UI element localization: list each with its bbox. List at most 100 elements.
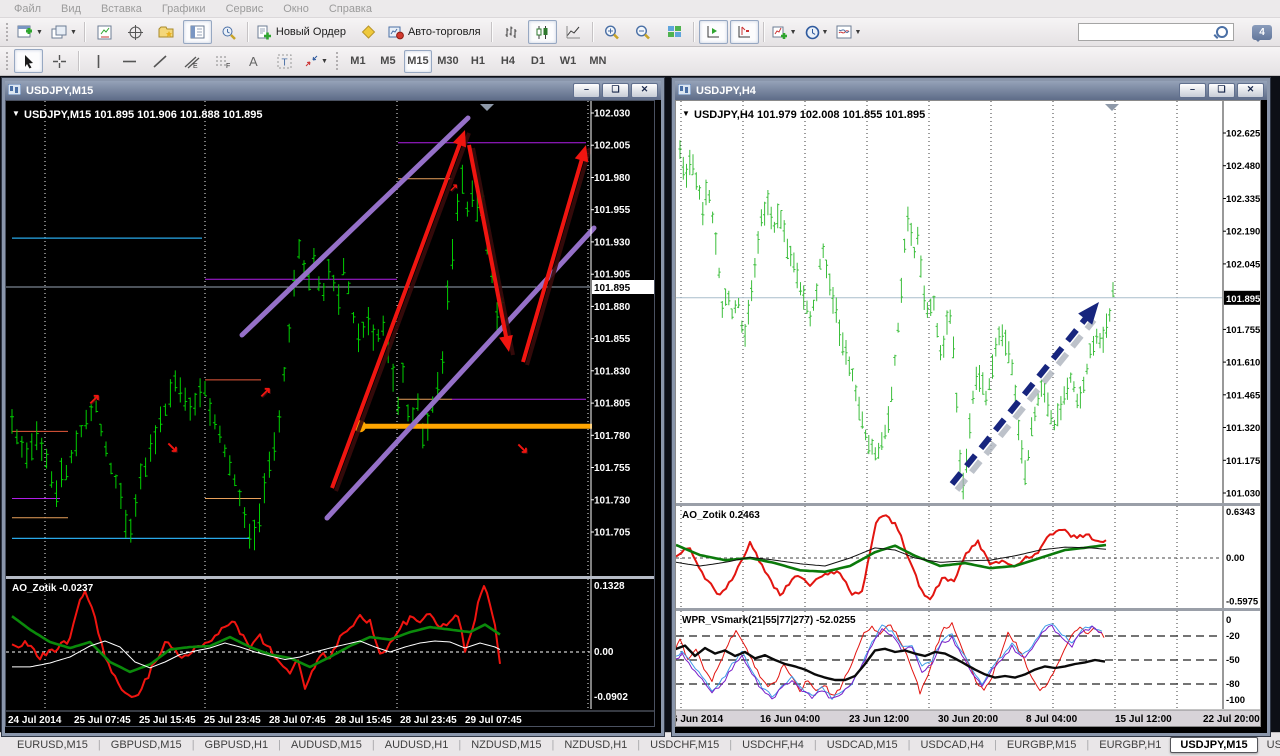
search-input[interactable] bbox=[1078, 23, 1234, 41]
trendline-tool[interactable] bbox=[146, 49, 175, 73]
window-titlebar[interactable]: USDJPY,M15 – ❑ ✕ bbox=[5, 81, 661, 100]
text-tool[interactable]: A bbox=[239, 49, 268, 73]
svg-text:0.00: 0.00 bbox=[594, 647, 614, 658]
menu-item-1[interactable]: Вид bbox=[51, 2, 91, 16]
hline-icon bbox=[122, 57, 137, 66]
candles-icon bbox=[535, 25, 550, 40]
chart-tab-usdchf-h4[interactable]: USDCHF,H4 bbox=[733, 737, 813, 753]
symbol-menu-arrow[interactable]: ▼ bbox=[12, 109, 20, 118]
window-titlebar[interactable]: USDJPY,H4 – ❑ ✕ bbox=[675, 81, 1267, 100]
chart-tab-eurgbp-m15[interactable]: EURGBP,M15 bbox=[998, 737, 1086, 753]
autotrading-button[interactable]: Авто-торговля bbox=[385, 20, 487, 44]
timeframe-M15[interactable]: M15 bbox=[403, 49, 432, 73]
pane-separator[interactable] bbox=[0, 576, 654, 579]
fibo-tool[interactable]: F bbox=[208, 49, 237, 73]
minimize-button[interactable]: – bbox=[573, 83, 600, 98]
terminal-button[interactable] bbox=[182, 20, 212, 44]
timeframe-M5[interactable]: M5 bbox=[374, 50, 402, 73]
periods-button[interactable]: ▼ bbox=[802, 20, 832, 44]
autoscroll-icon bbox=[706, 25, 721, 39]
autoscroll-button[interactable] bbox=[698, 20, 728, 44]
vline-tool[interactable] bbox=[84, 49, 113, 73]
chart-canvas-usdjpy-h4[interactable]: 102.625 102.480 102.335 102.190 102.045 101.7… bbox=[670, 100, 1280, 727]
menu-item-4[interactable]: Сервис bbox=[216, 2, 274, 16]
svg-text:101.895: 101.895 bbox=[594, 283, 631, 294]
menu-item-6[interactable]: Справка bbox=[319, 2, 382, 16]
menu-item-3[interactable]: Графики bbox=[152, 2, 216, 16]
data-window-button[interactable] bbox=[121, 20, 150, 44]
cursor-tool[interactable] bbox=[14, 49, 43, 73]
maximize-button[interactable]: ❑ bbox=[1208, 83, 1235, 98]
close-button[interactable]: ✕ bbox=[1237, 83, 1264, 98]
chart-tab-usdcad-h4[interactable]: USDCAD,H4 bbox=[911, 737, 993, 753]
market-watch-button[interactable] bbox=[90, 20, 119, 44]
indicators-button[interactable]: ▼ bbox=[769, 20, 800, 44]
svg-text:24 Jul 2014: 24 Jul 2014 bbox=[8, 715, 62, 726]
chart-tab-gbpusd-h1[interactable]: GBPUSD,H1 bbox=[196, 737, 278, 753]
bar-chart-button[interactable] bbox=[497, 20, 526, 44]
timeframe-H1[interactable]: H1 bbox=[464, 50, 492, 73]
label-tool[interactable]: T bbox=[270, 49, 299, 73]
profiles-button[interactable]: ▼ bbox=[48, 20, 80, 44]
maximize-button[interactable]: ❑ bbox=[602, 83, 629, 98]
window-title: USDJPY,M15 bbox=[26, 84, 94, 97]
chart-tab-audusd-h1[interactable]: AUDUSD,H1 bbox=[376, 737, 458, 753]
strategy-tester-button[interactable] bbox=[214, 20, 243, 44]
line-chart-button[interactable] bbox=[559, 20, 588, 44]
navigator-button[interactable] bbox=[152, 20, 181, 44]
svg-text:101.830: 101.830 bbox=[594, 366, 631, 377]
menu-item-0[interactable]: Файл bbox=[4, 2, 51, 16]
timeframe-D1[interactable]: D1 bbox=[524, 50, 552, 73]
chart-tab-audusd-m15[interactable]: AUDUSD,M15 bbox=[282, 737, 371, 753]
timeframe-M30[interactable]: M30 bbox=[434, 50, 462, 73]
chart-tab-eurusd-m15[interactable]: EURUSD,M15 bbox=[8, 737, 97, 753]
new-order-button[interactable]: Новый Ордер bbox=[253, 20, 352, 44]
pane-separator[interactable] bbox=[670, 608, 1280, 611]
hline-tool[interactable] bbox=[115, 49, 144, 73]
toolbar-grip[interactable] bbox=[5, 51, 10, 71]
toolbar-grip[interactable] bbox=[334, 51, 340, 71]
arrows-icon bbox=[304, 54, 319, 68]
channel-tool[interactable]: E bbox=[177, 49, 206, 73]
menu-item-5[interactable]: Окно bbox=[273, 2, 319, 16]
svg-text:101.755: 101.755 bbox=[594, 463, 631, 474]
svg-text:101.755: 101.755 bbox=[1226, 325, 1261, 336]
candles-button[interactable] bbox=[527, 20, 557, 44]
search-icon[interactable] bbox=[1216, 26, 1228, 38]
new-chart-button[interactable]: ▼ bbox=[14, 20, 46, 44]
chart-tab-nzdusd-m15[interactable]: NZDUSD,M15 bbox=[462, 737, 550, 753]
svg-text:30 Jun 20:00: 30 Jun 20:00 bbox=[938, 714, 998, 725]
cursor-icon bbox=[22, 54, 35, 69]
vline-icon bbox=[94, 54, 103, 69]
zoom-in-button[interactable] bbox=[598, 20, 627, 44]
tile-windows-button[interactable] bbox=[660, 20, 689, 44]
chart-tab-usdjpy-m15[interactable]: USDJPY,M15 bbox=[1170, 736, 1258, 753]
zoom-out-button[interactable] bbox=[629, 20, 658, 44]
minimize-button[interactable]: – bbox=[1179, 83, 1206, 98]
pane-separator[interactable] bbox=[670, 503, 1280, 506]
timeframe-M1[interactable]: M1 bbox=[344, 50, 372, 73]
timeframe-H4[interactable]: H4 bbox=[494, 50, 522, 73]
chart-tab-eurgbp-h1[interactable]: EURGBP,H1 bbox=[1090, 737, 1170, 753]
chart-canvas-usdjpy-m15[interactable]: ↗↗↘↘↗↗↗↗↘↘102.030102.005101.980101.95510… bbox=[0, 100, 655, 727]
svg-text:↘: ↘ bbox=[516, 440, 529, 457]
chart-tab-gbpusd-m15[interactable]: GBPUSD,M15 bbox=[102, 737, 191, 753]
templates-icon bbox=[836, 25, 852, 39]
symbol-menu-arrow[interactable]: ▼ bbox=[682, 109, 690, 118]
notifications-badge[interactable]: 4 bbox=[1252, 24, 1272, 42]
menu-item-2[interactable]: Вставка bbox=[91, 2, 152, 16]
chart-tab-nzdusd-h1[interactable]: NZDUSD,H1 bbox=[555, 737, 636, 753]
chart-tab-usdjpy-h4[interactable]: USDJPY,H4 bbox=[1258, 737, 1280, 753]
timeframe-W1[interactable]: W1 bbox=[554, 50, 582, 73]
crosshair-tool[interactable] bbox=[45, 49, 74, 73]
svg-text:102.030: 102.030 bbox=[594, 109, 631, 120]
close-button[interactable]: ✕ bbox=[631, 83, 658, 98]
chart-tab-usdcad-m15[interactable]: USDCAD,M15 bbox=[818, 737, 907, 753]
templates-button[interactable]: ▼ bbox=[833, 20, 864, 44]
toolbar-grip[interactable] bbox=[5, 22, 10, 42]
chart-shift-button[interactable] bbox=[729, 20, 759, 44]
timeframe-MN[interactable]: MN bbox=[584, 50, 612, 73]
metaeditor-button[interactable] bbox=[354, 20, 383, 44]
chart-tab-usdchf-m15[interactable]: USDCHF,M15 bbox=[641, 737, 728, 753]
arrows-tool[interactable]: ▼ bbox=[301, 49, 331, 73]
